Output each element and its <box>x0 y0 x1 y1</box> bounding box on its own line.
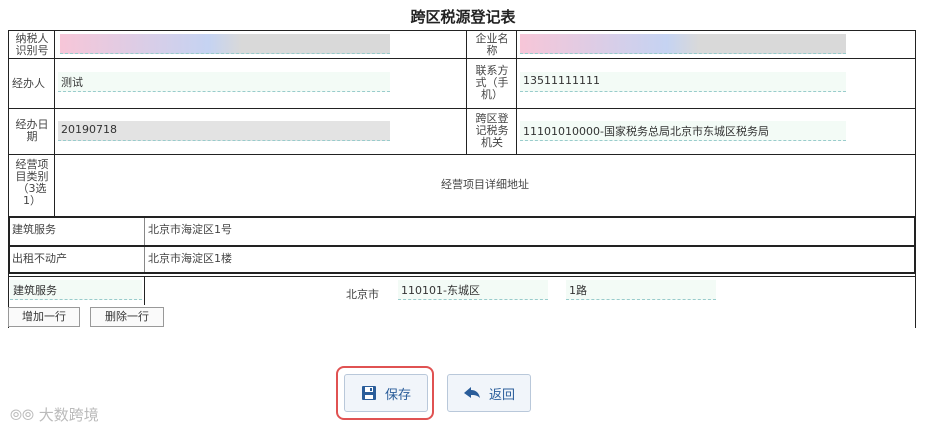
edit-district-field[interactable]: 110101-东城区 <box>398 280 548 300</box>
edit-city-label: 北京市 <box>346 288 379 301</box>
company-name-label: 企业名称 <box>475 32 509 57</box>
contact-label: 联系方 式（手 机） <box>475 64 509 101</box>
edit-street-field[interactable]: 1路 <box>566 280 716 300</box>
form-row-category-header: 经营项 目类别 （3选 1） 经营项目详细地址 <box>8 154 916 217</box>
row-category: 建筑服务 <box>12 223 56 236</box>
handle-date-field[interactable]: 20190718 <box>58 121 390 141</box>
tax-authority-label: 跨区登 记税务 机关 <box>475 112 509 149</box>
watermark: ⦾⦾ 大数跨境 <box>10 406 99 424</box>
handler-label: 经办人 <box>12 77 45 90</box>
edit-row: 建筑服务 北京市 110101-东城区 1路 <box>8 276 916 305</box>
page-title: 跨区税源登记表 <box>410 8 516 26</box>
handler-field[interactable]: 测试 <box>58 72 390 92</box>
floppy-disk-icon <box>361 386 376 400</box>
tax-authority-field[interactable]: 11101010000-国家税务总局北京市东城区税务局 <box>520 121 846 141</box>
delete-row-button[interactable]: 删除一行 <box>90 307 164 327</box>
company-name-field[interactable] <box>520 34 846 54</box>
table-row[interactable]: 建筑服务 北京市海淀区1号 <box>10 218 914 247</box>
form-row-taxpayer: 纳税人 识别号 企业名称 <box>8 30 916 59</box>
project-table: 建筑服务 北京市海淀区1号 出租不动产 北京市海淀区1楼 <box>8 216 916 274</box>
add-row-button[interactable]: 增加一行 <box>8 307 80 327</box>
category-label: 经营项 目类别 （3选 1） <box>15 158 49 207</box>
contact-phone-field[interactable]: 13511111111 <box>520 72 846 92</box>
handle-date-label: 经办日期 <box>15 118 49 143</box>
taxpayer-id-field[interactable] <box>60 34 390 54</box>
row-category: 出租不动产 <box>12 252 67 265</box>
edit-category-field[interactable]: 建筑服务 <box>10 280 142 300</box>
form-row-handler: 经办人 测试 联系方 式（手 机） 13511111111 <box>8 58 916 109</box>
form-row-date: 经办日期 20190718 跨区登 记税务 机关 11101010000-国家税务总… <box>8 108 916 155</box>
back-arrow-icon <box>463 387 480 398</box>
save-button[interactable]: 保存 <box>344 374 428 412</box>
back-button[interactable]: 返回 <box>447 374 531 412</box>
taxpayer-id-label: 纳税人 识别号 <box>15 32 49 57</box>
detail-address-header: 经营项目详细地址 <box>441 178 529 191</box>
row-address: 北京市海淀区1号 <box>148 223 232 236</box>
watermark-logo-icon: ⦾⦾ <box>10 406 35 424</box>
table-row[interactable]: 出租不动产 北京市海淀区1楼 <box>10 247 914 272</box>
row-address: 北京市海淀区1楼 <box>148 252 232 265</box>
